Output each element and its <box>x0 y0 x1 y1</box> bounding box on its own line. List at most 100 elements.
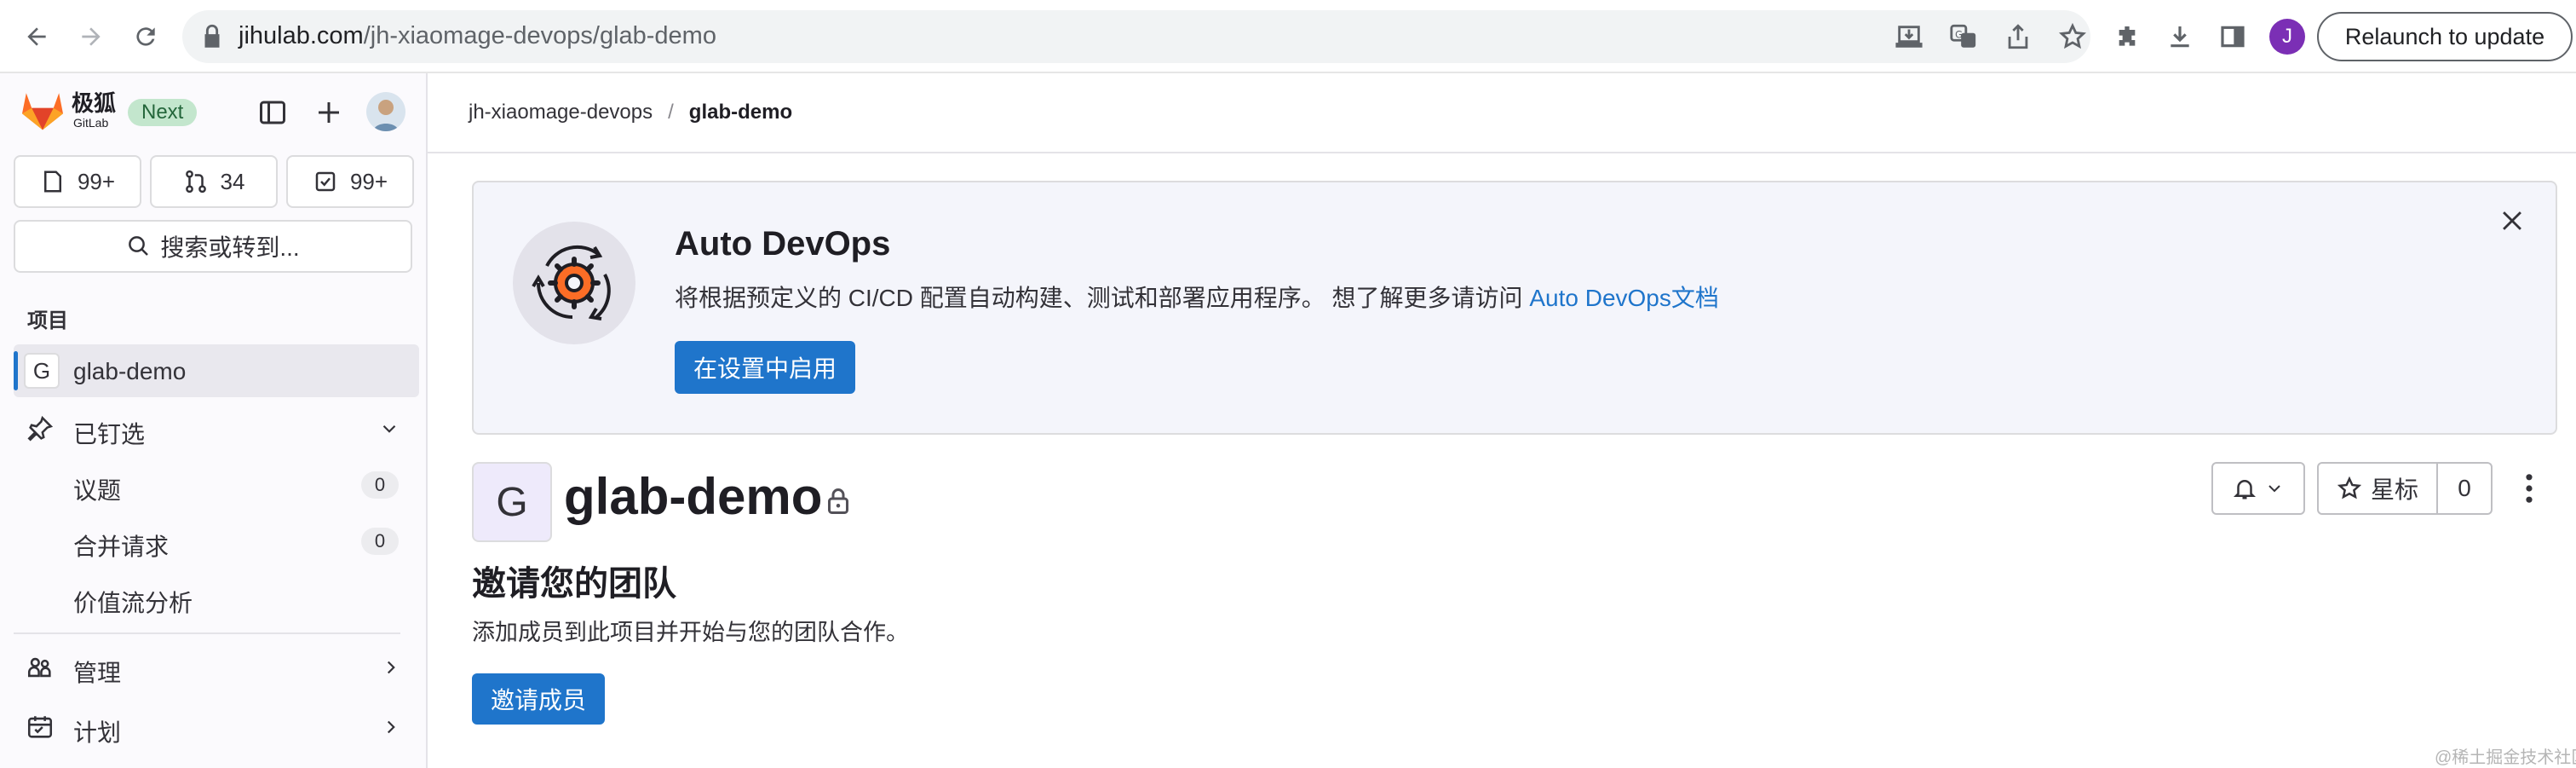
search-label: 搜索或转到... <box>160 234 300 261</box>
pinned-label: 已钉选 <box>73 421 146 448</box>
star-icon <box>2337 476 2362 499</box>
merge-requests-count-button[interactable]: 34 <box>150 155 278 208</box>
next-badge[interactable]: Next <box>128 99 198 126</box>
sidebar-project-name: glab-demo <box>73 358 187 384</box>
search-button[interactable]: 搜索或转到... <box>14 220 412 273</box>
issues-badge: 0 <box>361 471 399 499</box>
todo-icon <box>315 171 336 192</box>
private-lock-icon <box>823 486 854 517</box>
breadcrumb-separator: / <box>668 101 674 124</box>
address-bar[interactable]: jihulab.com/jh-xiaomage-devops/glab-demo… <box>182 10 2090 63</box>
sidebar-item-plan[interactable]: 计划 <box>14 701 419 754</box>
puzzle-icon <box>2119 26 2136 46</box>
invite-team-description: 添加成员到此项目并开始与您的团队合作。 <box>472 620 909 645</box>
user-avatar[interactable] <box>366 92 405 131</box>
todos-count: 99+ <box>349 168 388 194</box>
sidebar-item-pinned[interactable]: 已钉选 <box>14 402 419 455</box>
notification-settings-button[interactable] <box>2211 462 2305 515</box>
downloads-button[interactable] <box>2160 17 2199 56</box>
section-label: 项目 <box>27 309 68 332</box>
download-icon <box>2171 26 2189 48</box>
auto-devops-description-text: 将根据预定义的 CI/CD 配置自动构建、测试和部署应用程序。 想了解更多请访问 <box>675 285 1530 311</box>
close-banner-button[interactable] <box>2498 206 2527 235</box>
sidebar-item-label: 价值流分析 <box>73 590 193 616</box>
create-new-icon[interactable] <box>313 97 344 128</box>
url-path: /jh-xiaomage-devops/glab-demo <box>363 22 716 49</box>
bell-icon <box>2233 480 2257 499</box>
project-title: glab-demo <box>564 468 823 525</box>
chevron-down-icon <box>2268 485 2280 493</box>
sidebar-item-issues[interactable]: 议题 0 <box>14 459 419 511</box>
users-icon <box>27 657 51 678</box>
auto-devops-banner: Auto DevOps 将根据预定义的 CI/CD 配置自动构建、测试和部署应用… <box>472 181 2557 435</box>
project-avatar: G <box>472 462 552 542</box>
chevron-right-icon <box>387 720 395 734</box>
breadcrumb-group[interactable]: jh-xiaomage-devops <box>469 101 653 124</box>
svg-text:G: G <box>1955 28 1963 40</box>
logo-text: 极狐 <box>72 90 117 116</box>
url-host: jihulab.com <box>239 22 364 49</box>
sidebar-item-value-stream[interactable]: 价值流分析 <box>14 571 419 624</box>
collapse-sidebar-icon[interactable] <box>257 97 288 128</box>
breadcrumb: jh-xiaomage-devops / glab-demo <box>469 101 792 124</box>
star-button-group: 星标 0 <box>2317 462 2493 515</box>
arrow-right-icon <box>82 27 101 46</box>
url-text[interactable]: jihulab.com/jh-xiaomage-devops/glab-demo <box>239 22 716 50</box>
todos-count-button[interactable]: 99+ <box>286 155 414 208</box>
plan-label: 计划 <box>73 719 122 746</box>
chevron-down-icon <box>382 424 396 433</box>
auto-devops-illustration-icon <box>513 222 635 344</box>
star-count[interactable]: 0 <box>2438 464 2491 513</box>
bookmark-star-icon[interactable] <box>2058 22 2087 51</box>
sidebar-divider <box>14 632 400 634</box>
merge-request-icon <box>185 170 206 193</box>
auto-devops-docs-link[interactable]: Auto DevOps文档 <box>1529 285 1719 311</box>
issues-count-button[interactable]: 99+ <box>14 155 141 208</box>
back-button[interactable] <box>17 17 56 56</box>
invite-team-heading: 邀请您的团队 <box>472 565 676 603</box>
merge-requests-count: 34 <box>220 168 245 194</box>
lock-icon <box>198 22 227 51</box>
gitlab-logo-icon[interactable] <box>20 90 68 135</box>
star-button[interactable]: 星标 <box>2319 464 2438 513</box>
reload-button[interactable] <box>126 17 165 56</box>
auto-devops-title: Auto DevOps <box>675 225 891 263</box>
vertical-ellipsis-icon <box>2526 474 2533 503</box>
side-panel-button[interactable] <box>2213 17 2252 56</box>
merge-requests-badge: 0 <box>361 528 399 555</box>
close-icon <box>2503 211 2521 230</box>
calendar-icon <box>27 716 53 738</box>
star-label: 星标 <box>2370 476 2418 503</box>
logo-subtext: GitLab <box>73 116 109 130</box>
forward-button[interactable] <box>72 17 111 56</box>
sidebar-item-label: 合并请求 <box>73 534 170 560</box>
profile-avatar[interactable]: J <box>2269 19 2305 55</box>
sidebar-item-manage[interactable]: 管理 <box>14 641 419 694</box>
more-actions-button[interactable] <box>2516 467 2542 510</box>
browser-toolbar: jihulab.com/jh-xiaomage-devops/glab-demo… <box>0 0 2576 73</box>
auto-devops-description: 将根据预定义的 CI/CD 配置自动构建、测试和部署应用程序。 想了解更多请访问… <box>675 280 1719 314</box>
breadcrumb-project[interactable]: glab-demo <box>689 101 792 124</box>
sidebar-item-merge-requests[interactable]: 合并请求 0 <box>14 515 419 568</box>
side-panel-icon <box>2221 26 2245 48</box>
enable-in-settings-button[interactable]: 在设置中启用 <box>675 341 855 394</box>
invite-members-button[interactable]: 邀请成员 <box>472 673 605 725</box>
issues-count: 99+ <box>77 168 116 194</box>
pin-icon <box>27 415 54 442</box>
sidebar: 极狐 GitLab Next 99+ 34 99+ 搜索或转到... 项目 G … <box>0 73 428 768</box>
sidebar-item-label: 议题 <box>73 477 122 504</box>
arrow-left-icon <box>27 27 46 46</box>
extensions-button[interactable] <box>2107 17 2147 56</box>
sidebar-item-project[interactable]: G glab-demo <box>14 344 419 397</box>
share-icon[interactable] <box>2004 22 2033 51</box>
chevron-right-icon <box>387 661 395 674</box>
relaunch-button[interactable]: Relaunch to update <box>2317 12 2573 61</box>
translate-icon[interactable]: G <box>1949 22 1978 51</box>
header-divider <box>428 152 2576 153</box>
reload-icon <box>136 27 155 46</box>
project-avatar-small: G <box>24 353 60 389</box>
search-icon <box>129 236 149 256</box>
manage-label: 管理 <box>73 660 122 686</box>
issues-icon <box>43 170 61 193</box>
install-app-icon[interactable] <box>1895 22 1923 51</box>
